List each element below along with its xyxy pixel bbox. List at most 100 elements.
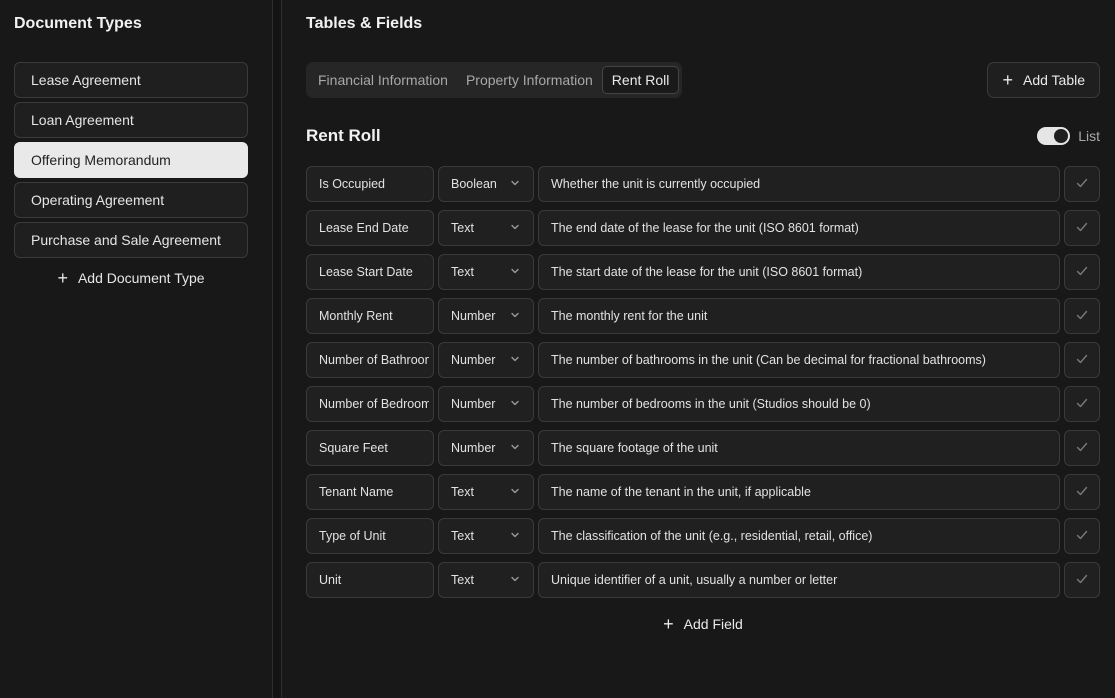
check-icon bbox=[1075, 220, 1089, 237]
sidebar-title: Document Types bbox=[14, 15, 142, 32]
field-name-input[interactable]: Lease Start Date bbox=[306, 254, 434, 290]
add-field-button[interactable]: + Add Field bbox=[306, 606, 1100, 642]
list-label: List bbox=[1078, 128, 1100, 144]
chevron-down-icon bbox=[509, 573, 521, 588]
field-type-value: Boolean bbox=[451, 177, 497, 191]
field-type-select[interactable]: Number bbox=[438, 342, 534, 378]
field-name-value: Lease End Date bbox=[319, 221, 409, 235]
doc-type-label: Lease Agreement bbox=[31, 72, 141, 88]
field-type-select[interactable]: Number bbox=[438, 298, 534, 334]
field-description-input[interactable]: The name of the tenant in the unit, if a… bbox=[538, 474, 1060, 510]
check-icon bbox=[1075, 572, 1089, 589]
tab-rent-roll[interactable]: Rent Roll bbox=[601, 66, 680, 94]
chevron-down-icon bbox=[509, 397, 521, 412]
field-name-input[interactable]: Unit bbox=[306, 562, 434, 598]
field-type-value: Number bbox=[451, 441, 496, 455]
field-description-input[interactable]: The start date of the lease for the unit… bbox=[538, 254, 1060, 290]
field-name-value: Type of Unit bbox=[319, 529, 386, 543]
check-icon bbox=[1075, 176, 1089, 193]
field-confirm-button[interactable] bbox=[1064, 430, 1100, 466]
field-name-input[interactable]: Monthly Rent bbox=[306, 298, 434, 334]
field-confirm-button[interactable] bbox=[1064, 210, 1100, 246]
field-type-value: Text bbox=[451, 265, 474, 279]
field-type-select[interactable]: Text bbox=[438, 254, 534, 290]
field-name-input[interactable]: Number of Bedrooms bbox=[306, 386, 434, 422]
field-description-input[interactable]: The square footage of the unit bbox=[538, 430, 1060, 466]
field-row: Lease End Date Text The end date of the le… bbox=[306, 210, 1100, 246]
chevron-down-icon bbox=[509, 177, 521, 192]
doc-type-label: Operating Agreement bbox=[31, 192, 165, 208]
field-type-select[interactable]: Text bbox=[438, 474, 534, 510]
field-name-value: Number of Bedrooms bbox=[319, 397, 429, 411]
field-description-input[interactable]: The classification of the unit (e.g., re… bbox=[538, 518, 1060, 554]
add-document-type-button[interactable]: + Add Document Type bbox=[14, 262, 248, 294]
doc-type-label: Purchase and Sale Agreement bbox=[31, 232, 221, 248]
field-description-value: The number of bathrooms in the unit (Can… bbox=[551, 353, 986, 367]
field-confirm-button[interactable] bbox=[1064, 298, 1100, 334]
field-description-value: The start date of the lease for the unit… bbox=[551, 265, 863, 279]
chevron-down-icon bbox=[509, 529, 521, 544]
field-confirm-button[interactable] bbox=[1064, 254, 1100, 290]
tab-financial-information[interactable]: Financial Information bbox=[309, 66, 457, 94]
doc-type-label: Loan Agreement bbox=[31, 112, 134, 128]
field-description-input[interactable]: The end date of the lease for the unit (… bbox=[538, 210, 1060, 246]
field-name-input[interactable]: Square Feet bbox=[306, 430, 434, 466]
check-icon bbox=[1075, 308, 1089, 325]
document-type-list: Lease Agreement Loan Agreement Offering … bbox=[14, 62, 248, 294]
doc-type-item[interactable]: Lease Agreement bbox=[14, 62, 248, 98]
field-name-input[interactable]: Lease End Date bbox=[306, 210, 434, 246]
field-row: Number of Bedrooms Number The number of be… bbox=[306, 386, 1100, 422]
field-confirm-button[interactable] bbox=[1064, 386, 1100, 422]
add-document-type-label: Add Document Type bbox=[77, 270, 205, 286]
panel-divider[interactable] bbox=[273, 0, 282, 698]
doc-type-item-active[interactable]: Offering Memorandum bbox=[14, 142, 248, 178]
field-confirm-button[interactable] bbox=[1064, 474, 1100, 510]
field-description-input[interactable]: The number of bathrooms in the unit (Can… bbox=[538, 342, 1060, 378]
add-table-label: Add Table bbox=[1022, 72, 1085, 88]
field-description-value: The end date of the lease for the unit (… bbox=[551, 221, 859, 235]
field-name-value: Square Feet bbox=[319, 441, 388, 455]
field-type-select[interactable]: Text bbox=[438, 518, 534, 554]
field-name-value: Tenant Name bbox=[319, 485, 394, 499]
field-confirm-button[interactable] bbox=[1064, 562, 1100, 598]
field-type-value: Text bbox=[451, 221, 474, 235]
field-name-value: Unit bbox=[319, 573, 342, 587]
switch-knob bbox=[1054, 129, 1069, 143]
check-icon bbox=[1075, 440, 1089, 457]
sidebar: Document Types Lease Agreement Loan Agre… bbox=[0, 0, 273, 698]
chevron-down-icon bbox=[509, 265, 521, 280]
list-switch[interactable] bbox=[1037, 127, 1071, 145]
field-row: Is Occupied Boolean Whether the unit is cu… bbox=[306, 166, 1100, 202]
doc-type-item[interactable]: Purchase and Sale Agreement bbox=[14, 222, 248, 258]
field-description-input[interactable]: Unique identifier of a unit, usually a n… bbox=[538, 562, 1060, 598]
field-confirm-button[interactable] bbox=[1064, 166, 1100, 202]
field-type-select[interactable]: Number bbox=[438, 386, 534, 422]
field-name-input[interactable]: Tenant Name bbox=[306, 474, 434, 510]
plus-icon: + bbox=[57, 268, 68, 288]
field-name-input[interactable]: Type of Unit bbox=[306, 518, 434, 554]
field-type-select[interactable]: Number bbox=[438, 430, 534, 466]
add-table-button[interactable]: + Add Table bbox=[987, 62, 1100, 98]
field-confirm-button[interactable] bbox=[1064, 342, 1100, 378]
check-icon bbox=[1075, 528, 1089, 545]
field-description-input[interactable]: The number of bedrooms in the unit (Stud… bbox=[538, 386, 1060, 422]
field-name-input[interactable]: Number of Bathrooms bbox=[306, 342, 434, 378]
check-icon bbox=[1075, 396, 1089, 413]
tab-property-information[interactable]: Property Information bbox=[457, 66, 602, 94]
field-description-input[interactable]: The monthly rent for the unit bbox=[538, 298, 1060, 334]
field-row: Type of Unit Text The classification of th… bbox=[306, 518, 1100, 554]
field-confirm-button[interactable] bbox=[1064, 518, 1100, 554]
field-description-value: Unique identifier of a unit, usually a n… bbox=[551, 573, 838, 587]
doc-type-item[interactable]: Loan Agreement bbox=[14, 102, 248, 138]
field-type-select[interactable]: Text bbox=[438, 210, 534, 246]
chevron-down-icon bbox=[509, 221, 521, 236]
doc-type-item[interactable]: Operating Agreement bbox=[14, 182, 248, 218]
field-description-input[interactable]: Whether the unit is currently occupied bbox=[538, 166, 1060, 202]
field-type-select[interactable]: Boolean bbox=[438, 166, 534, 202]
field-list: Is Occupied Boolean Whether the unit is cu… bbox=[306, 166, 1100, 606]
field-name-input[interactable]: Is Occupied bbox=[306, 166, 434, 202]
field-name-value: Number of Bathrooms bbox=[319, 353, 429, 367]
doc-type-label: Offering Memorandum bbox=[31, 152, 171, 168]
check-icon bbox=[1075, 264, 1089, 281]
field-type-select[interactable]: Text bbox=[438, 562, 534, 598]
